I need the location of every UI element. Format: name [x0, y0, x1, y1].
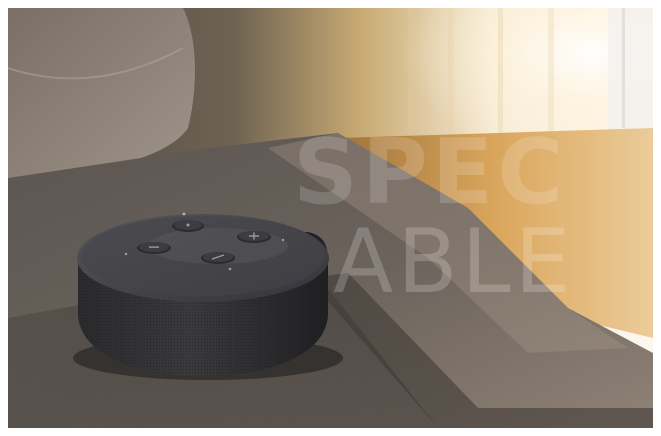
- mic-off-icon: [201, 252, 235, 264]
- photo: [8, 8, 653, 428]
- volume-up-icon: [237, 231, 271, 243]
- action-button-icon: [172, 220, 204, 232]
- scene-illustration: [8, 8, 653, 428]
- volume-down-icon: [137, 242, 171, 254]
- photo-frame: SPEC ABLE: [8, 8, 653, 428]
